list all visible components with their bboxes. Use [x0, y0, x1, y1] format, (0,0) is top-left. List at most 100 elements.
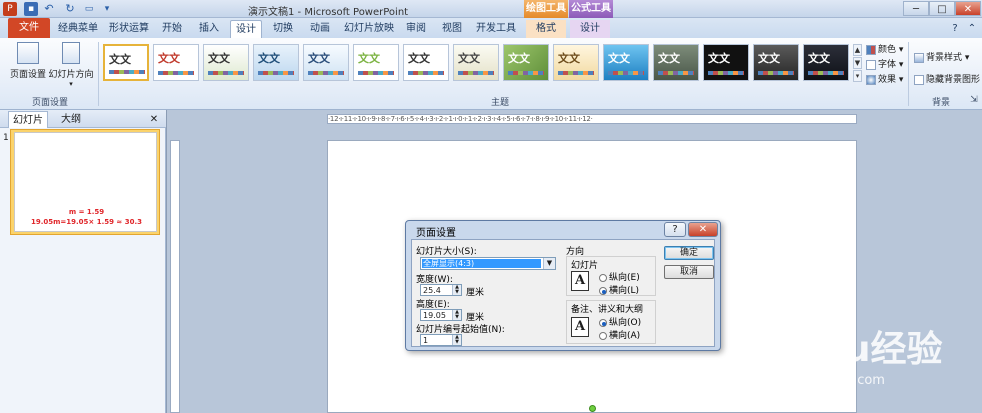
effects-icon — [866, 74, 876, 85]
theme-thumb[interactable]: 文文 — [503, 44, 549, 81]
slideshow-icon[interactable]: ▭ — [82, 2, 96, 16]
chevron-down-icon[interactable]: ▼ — [543, 258, 555, 269]
theme-thumb[interactable]: 文文 — [703, 44, 749, 81]
close-pane-icon[interactable]: ✕ — [146, 111, 162, 128]
page-setup-button[interactable]: 页面设置 — [8, 40, 48, 90]
theme-effects-button[interactable]: 效果 ▾ — [866, 72, 903, 85]
tab-outline[interactable]: 大纲 — [52, 111, 90, 128]
help-button[interactable]: ? — [664, 222, 686, 237]
tab-file[interactable]: 文件 — [8, 18, 50, 38]
watermark-url: jingyan.baidu.com — [765, 373, 885, 388]
watermark-logo: Baidu经验 — [755, 329, 943, 370]
watermark: Baidu经验 jingyan.baidu.com — [755, 300, 975, 400]
equation-tools-context: 公式工具 — [569, 0, 613, 18]
theme-colors-button[interactable]: 颜色 ▾ — [866, 42, 903, 55]
tab-developer[interactable]: 开发工具 — [472, 20, 520, 38]
hide-bg-graphics-checkbox[interactable]: 隐藏背景图形 — [914, 72, 980, 85]
theme-thumb[interactable]: 文文 — [203, 44, 249, 81]
tab-review[interactable]: 审阅 — [400, 20, 432, 38]
theme-thumb[interactable]: 文文 — [353, 44, 399, 81]
theme-thumb[interactable]: 文文 — [803, 44, 849, 81]
slide-orientation-icon — [62, 42, 80, 64]
customize-qat-icon[interactable]: ▾ — [100, 2, 114, 16]
thumb-text-line: 19.05m=19.05× 1.59 ≈ 30.3 — [30, 218, 143, 226]
background-group-label: 背景 — [931, 98, 950, 108]
landscape-orientation-icon: A — [571, 271, 589, 291]
tab-format[interactable]: 格式 — [526, 20, 566, 38]
minimize-button[interactable]: ─ — [903, 1, 929, 16]
ribbon-tab-row: 文件 经典菜单 形状运算 开始 插入 设计 切换 动画 幻灯片放映 审阅 视图 … — [0, 18, 982, 38]
theme-thumb[interactable]: 文文 — [153, 44, 199, 81]
tab-equation-design[interactable]: 设计 — [570, 20, 610, 38]
thumb-text-line: m = 1.59 — [68, 208, 105, 216]
theme-thumb[interactable]: 文文 — [253, 44, 299, 81]
spin-arrows-icon[interactable]: ▲ ▼ — [452, 285, 461, 295]
slides-portrait-radio[interactable]: 纵向(E) — [599, 270, 640, 283]
slide-orientation-button[interactable]: 幻灯片方向 ▾ — [48, 40, 94, 90]
theme-thumb[interactable]: 文文 — [603, 44, 649, 81]
help-icon[interactable]: ? — [948, 20, 962, 38]
radio-icon — [599, 318, 607, 327]
theme-thumb[interactable]: 文文 — [403, 44, 449, 81]
vertical-ruler — [170, 140, 180, 413]
cancel-button[interactable]: 取消 — [664, 265, 714, 279]
close-window-button[interactable]: ✕ — [955, 1, 981, 16]
close-dialog-button[interactable]: ✕ — [688, 222, 718, 237]
slide-thumbnail[interactable]: m = 1.59 19.05m=19.05× 1.59 ≈ 30.3 — [14, 132, 157, 232]
theme-fonts-button[interactable]: 字体 ▾ — [866, 57, 903, 70]
height-input[interactable]: 19.05 ▲ ▼ — [420, 309, 462, 321]
rotation-handle[interactable] — [589, 405, 596, 412]
slides-pane-tabs: 幻灯片 大纲 ✕ — [0, 110, 166, 128]
colors-icon — [866, 44, 876, 55]
slide-size-select[interactable]: 全屏显示(4:3) ▼ — [420, 257, 556, 270]
slides-orientation-group: 幻灯片 A 纵向(E) 横向(L) — [566, 256, 656, 296]
tab-classic-menu[interactable]: 经典菜单 — [54, 20, 102, 38]
notes-portrait-radio[interactable]: 纵向(O) — [599, 315, 641, 328]
ribbon-collapse-icon[interactable]: ⌃ — [966, 20, 978, 38]
notes-landscape-radio[interactable]: 横向(A) — [599, 328, 640, 341]
notes-orientation-group: 备注、讲义和大纲 A 纵向(O) 横向(A) — [566, 300, 656, 344]
theme-thumb[interactable]: 文文 — [103, 44, 149, 81]
spin-arrows-icon[interactable]: ▲ ▼ — [452, 310, 461, 320]
themes-group-label: 主题 — [490, 98, 509, 108]
theme-thumb[interactable]: 文文 — [753, 44, 799, 81]
save-icon[interactable]: ▪ — [24, 2, 38, 16]
background-styles-button[interactable]: 背景样式 ▾ — [914, 50, 969, 63]
theme-thumb[interactable]: 文文 — [653, 44, 699, 81]
page-setup-dialog: 页面设置 ? ✕ 幻灯片大小(S): 全屏显示(4:3) ▼ 宽度(W): 25… — [405, 220, 721, 351]
tab-view[interactable]: 视图 — [436, 20, 468, 38]
maximize-button[interactable]: □ — [929, 1, 955, 16]
slide-size-label: 幻灯片大小(S): — [416, 247, 477, 257]
dialog-title: 页面设置 — [416, 228, 456, 239]
start-number-input[interactable]: 1 ▲ ▼ — [420, 334, 462, 346]
spin-arrows-icon[interactable]: ▲ ▼ — [452, 335, 461, 345]
themes-scroll-up[interactable]: ▲ — [853, 44, 862, 56]
tab-slides[interactable]: 幻灯片 — [8, 111, 48, 128]
undo-icon[interactable]: ↶ — [42, 2, 56, 16]
tab-slideshow[interactable]: 幻灯片放映 — [341, 20, 397, 38]
dialog-launcher-icon[interactable]: ⇲ — [969, 95, 979, 105]
theme-thumb[interactable]: 文文 — [303, 44, 349, 81]
themes-more[interactable]: ▾ — [853, 70, 862, 82]
tab-insert[interactable]: 插入 — [192, 20, 226, 38]
powerpoint-app-icon[interactable]: P — [3, 2, 17, 16]
theme-thumb[interactable]: 文文 — [553, 44, 599, 81]
group-divider — [908, 42, 909, 106]
theme-thumb[interactable]: 文文 — [453, 44, 499, 81]
tab-animations[interactable]: 动画 — [303, 20, 337, 38]
page-setup-group-label: 页面设置 — [31, 98, 68, 108]
slides-landscape-radio[interactable]: 横向(L) — [599, 283, 639, 296]
notes-group-label: 备注、讲义和大纲 — [571, 305, 644, 315]
radio-icon — [599, 286, 607, 295]
width-input[interactable]: 25.4 ▲ ▼ — [420, 284, 462, 296]
themes-scroll-down[interactable]: ▼ — [853, 57, 862, 69]
redo-icon[interactable]: ↻ — [63, 2, 77, 16]
slide-number: 1 — [3, 133, 9, 143]
slide-size-value: 全屏显示(4:3) — [422, 259, 541, 268]
ok-button[interactable]: 确定 — [664, 246, 714, 260]
tab-design[interactable]: 设计 — [230, 20, 262, 38]
tab-transitions[interactable]: 切换 — [266, 20, 300, 38]
tab-shape-ops[interactable]: 形状运算 — [106, 20, 152, 38]
page-setup-icon — [17, 42, 39, 64]
tab-home[interactable]: 开始 — [156, 20, 188, 38]
